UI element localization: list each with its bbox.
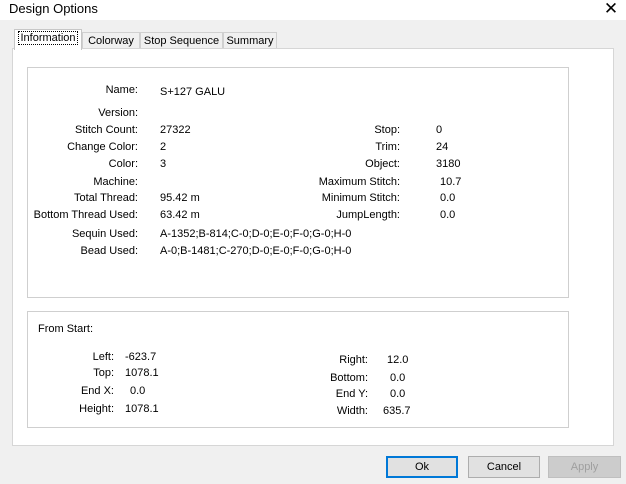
bottom-label: Bottom:: [330, 372, 368, 384]
minimum-stitch-value: 0.0: [440, 192, 456, 204]
stitch-count-label: Stitch Count:: [75, 124, 138, 136]
bead-value: A-0;B-1481;C-270;D-0;E-0;F-0;G-0;H-0: [160, 245, 352, 257]
end-y-label: End Y:: [335, 388, 368, 400]
change-color-label: Change Color:: [67, 141, 138, 153]
title-bar: Design Options ✕: [0, 0, 626, 20]
machine-label: Machine:: [93, 176, 138, 188]
trim-label: Trim:: [375, 141, 400, 153]
name-value: S+127 GALU: [160, 86, 226, 98]
window-title: Design Options: [9, 1, 98, 16]
top-label: Top:: [93, 367, 114, 379]
version-label: Version:: [98, 107, 138, 119]
ok-button[interactable]: Ok: [386, 456, 458, 478]
bottom-value: 0.0: [390, 372, 406, 384]
width-value: 635.7: [383, 405, 411, 417]
total-thread-value: 95.42 m: [160, 192, 200, 204]
minimum-stitch-label: Minimum Stitch:: [321, 192, 400, 204]
left-label: Left:: [92, 351, 114, 363]
sequin-value: A-1352;B-814;C-0;D-0;E-0;F-0;G-0;H-0: [160, 228, 352, 240]
cancel-button[interactable]: Cancel: [468, 456, 540, 478]
apply-button[interactable]: Apply: [548, 456, 621, 478]
end-x-label: End X:: [80, 385, 114, 397]
bottom-thread-label: Bottom Thread Used:: [33, 209, 138, 221]
width-label: Width:: [336, 405, 368, 417]
color-label: Color:: [108, 158, 138, 170]
stop-label: Stop:: [374, 124, 400, 136]
maximum-stitch-label: Maximum Stitch:: [318, 176, 400, 188]
name-label: Name:: [105, 84, 138, 96]
sequin-label: Sequin Used:: [71, 228, 138, 240]
jump-length-value: 0.0: [440, 209, 456, 221]
tab-summary[interactable]: Summary: [223, 32, 277, 49]
end-y-value: 0.0: [390, 388, 406, 400]
object-value: 3180: [436, 158, 461, 170]
tab-information[interactable]: Information: [14, 29, 82, 50]
stop-value: 0: [436, 124, 443, 136]
right-value: 12.0: [387, 354, 409, 366]
bottom-thread-value: 63.42 m: [160, 209, 200, 221]
stitch-count-value: 27322: [160, 124, 191, 136]
total-thread-label: Total Thread:: [73, 192, 138, 204]
from-start-group: From Start: Left: -623.7 Top: 1078.1 End…: [27, 311, 569, 428]
color-value: 3: [160, 158, 167, 170]
end-x-value: 0.0: [130, 385, 146, 397]
tab-panel-information: Name: S+127 GALU Version: Stitch Count: …: [12, 48, 614, 446]
tab-stop-sequence[interactable]: Stop Sequence: [140, 32, 223, 49]
tab-colorway[interactable]: Colorway: [82, 32, 140, 49]
top-value: 1078.1: [125, 367, 159, 379]
from-start-heading: From Start:: [38, 323, 94, 335]
height-value: 1078.1: [125, 403, 159, 415]
jump-length-label: JumpLength:: [336, 209, 400, 221]
maximum-stitch-value: 10.7: [440, 176, 462, 188]
left-value: -623.7: [125, 351, 157, 363]
height-label: Height:: [79, 403, 114, 415]
object-label: Object:: [365, 158, 400, 170]
bead-label: Bead Used:: [80, 245, 138, 257]
tab-label: Information: [18, 31, 78, 45]
close-icon[interactable]: ✕: [596, 0, 626, 18]
design-info-group: Name: S+127 GALU Version: Stitch Count: …: [27, 67, 569, 298]
change-color-value: 2: [160, 141, 167, 153]
right-label: Right:: [339, 354, 368, 366]
trim-value: 24: [436, 141, 449, 153]
